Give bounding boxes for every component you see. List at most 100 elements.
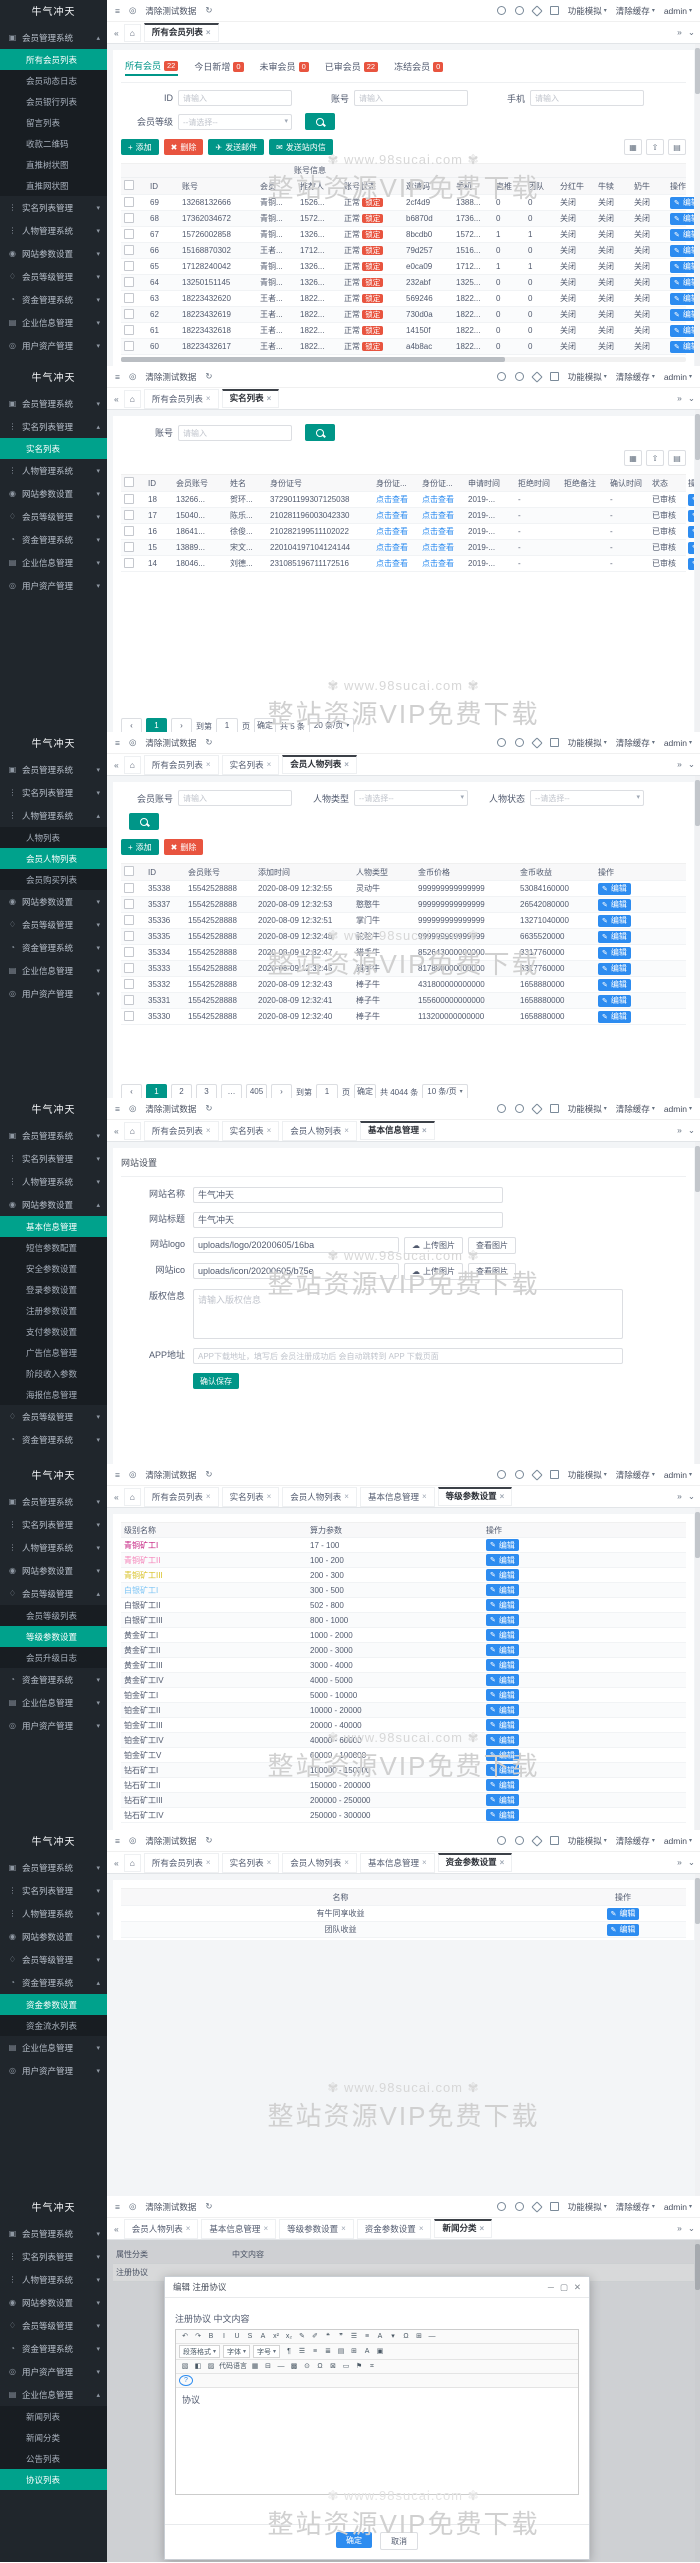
editor-tool-icon[interactable]: x² xyxy=(270,2331,282,2342)
bell-icon[interactable] xyxy=(497,1104,506,1113)
row-checkbox[interactable] xyxy=(124,979,134,989)
fullscreen-icon[interactable] xyxy=(550,738,559,747)
fullscreen-icon[interactable] xyxy=(550,1104,559,1113)
sidebar-item[interactable]: ⋮ 人物管理系统 ▾ xyxy=(0,1170,107,1193)
view-idcard-front-link[interactable]: 点击查看 xyxy=(373,558,419,569)
toolbar-button[interactable]: ✖删除 xyxy=(164,139,204,155)
close-tab-icon[interactable]: × xyxy=(422,1492,427,1501)
sidebar-item[interactable]: 登录参数设置 xyxy=(0,1279,107,1300)
row-checkbox[interactable] xyxy=(124,526,134,536)
tag-icon[interactable] xyxy=(531,2201,542,2212)
sidebar-item[interactable]: ▤ 企业信息管理 ▴ xyxy=(0,2383,107,2406)
toolbar-button[interactable]: ✖删除 xyxy=(164,839,204,855)
sidebar-item[interactable]: ▤ 企业信息管理 ▾ xyxy=(0,959,107,982)
edit-button[interactable]: ✎编辑 xyxy=(598,947,631,959)
function-sim-menu[interactable]: 功能模拟▾ xyxy=(568,1469,607,1481)
clear-cache-menu[interactable]: 清除缓存▾ xyxy=(616,737,655,749)
sidebar-item[interactable]: 注册参数设置 xyxy=(0,1300,107,1321)
close-tab-icon[interactable]: × xyxy=(344,1126,349,1135)
bell-icon[interactable] xyxy=(497,1836,506,1845)
tab[interactable]: 会员人物列表× xyxy=(282,1853,357,1873)
copyright-textarea[interactable]: 请输入版权信息 xyxy=(193,1289,623,1339)
sidebar-item[interactable]: ◔ 资金管理系统 ▴ xyxy=(0,1971,107,1994)
more-tabs-icon[interactable]: » xyxy=(677,1857,682,1868)
sidebar-item[interactable]: 实名列表 xyxy=(0,438,107,459)
view-idcard-back-link[interactable]: 点击查看 xyxy=(419,558,465,569)
tab[interactable]: 所有会员列表× xyxy=(144,755,219,775)
tab[interactable]: 实名列表× xyxy=(222,389,280,408)
tab-actions-icon[interactable]: ⌄ xyxy=(688,393,695,404)
sidebar-item[interactable]: ◔ 资金管理系统 ▾ xyxy=(0,528,107,551)
select-all-checkbox[interactable] xyxy=(124,180,134,190)
tab[interactable]: 基本信息管理× xyxy=(360,1853,435,1873)
row-checkbox[interactable] xyxy=(124,995,134,1005)
edit-button[interactable]: ✎编辑 xyxy=(486,1554,519,1566)
sidebar-item[interactable]: ⋮ 实名列表管理 ▴ xyxy=(0,415,107,438)
close-tab-icon[interactable]: × xyxy=(186,2224,191,2233)
sidebar-item[interactable]: ▣ 会员管理系统 ▾ xyxy=(0,1490,107,1513)
sidebar-item[interactable]: ⋮ 人物管理系统 ▾ xyxy=(0,459,107,482)
dashboard-icon[interactable]: ◎ xyxy=(129,5,136,16)
row-checkbox[interactable] xyxy=(124,293,134,303)
edit-button[interactable]: ✎编辑 xyxy=(670,245,694,257)
tab[interactable]: 基本信息管理× xyxy=(360,1121,435,1140)
page-number-button[interactable]: … xyxy=(221,1084,242,1098)
close-tab-icon[interactable]: × xyxy=(344,760,349,769)
tab[interactable]: 会员人物列表× xyxy=(282,1487,357,1507)
sidebar-item[interactable]: 公告列表 xyxy=(0,2448,107,2469)
cancel-button[interactable]: 取消 xyxy=(380,2532,418,2550)
edit-button[interactable]: ✎编辑 xyxy=(486,1779,519,1791)
clear-test-data-button[interactable]: 清除测试数据 xyxy=(145,5,196,17)
collapse-tabs-icon[interactable]: « xyxy=(112,394,121,404)
refresh-icon[interactable]: ↻ xyxy=(205,5,212,16)
editor-tool-icon[interactable]: ⊞ xyxy=(413,2331,425,2342)
vertical-scrollbar[interactable] xyxy=(695,1142,700,1464)
view-ico-button[interactable]: 查看图片 xyxy=(468,1263,516,1280)
sidebar-item[interactable]: 会员银行列表 xyxy=(0,91,107,112)
view-idcard-back-link[interactable]: 点击查看 xyxy=(419,526,465,537)
more-tabs-icon[interactable]: » xyxy=(677,2223,682,2234)
sidebar-item[interactable]: ▣ 会员管理系统 ▾ xyxy=(0,2222,107,2245)
sidebar-item[interactable]: ◎ 用户资产管理 ▾ xyxy=(0,2059,107,2082)
vertical-scrollbar[interactable] xyxy=(695,1508,700,1830)
editor-content[interactable]: 协议 xyxy=(176,2387,578,2494)
lock-badge[interactable]: 锁定 xyxy=(362,294,383,303)
row-checkbox[interactable] xyxy=(124,261,134,271)
row-checkbox[interactable] xyxy=(124,899,134,909)
row-checkbox[interactable] xyxy=(124,947,134,957)
close-icon[interactable]: ✕ xyxy=(574,2282,581,2293)
edit-button[interactable]: ✎编辑 xyxy=(598,995,631,1007)
editor-tool-icon[interactable]: ⌗ xyxy=(366,2361,378,2372)
confirm-button[interactable]: 确定 xyxy=(336,2532,372,2548)
editor-tool-icon[interactable]: U xyxy=(231,2331,243,2342)
lock-badge[interactable]: 锁定 xyxy=(362,246,383,255)
vertical-scrollbar[interactable] xyxy=(695,410,700,732)
editor-dropdown[interactable]: 字体▾ xyxy=(223,2345,250,2358)
jump-confirm-button[interactable]: 确定 xyxy=(254,718,276,732)
refresh-icon[interactable]: ↻ xyxy=(205,1103,212,1114)
tab[interactable]: 会员人物列表× xyxy=(124,2219,199,2239)
sidebar-item[interactable]: ▤ 企业信息管理 ▾ xyxy=(0,1691,107,1714)
sidebar-item[interactable]: 直推网状图 xyxy=(0,175,107,196)
view-logo-button[interactable]: 查看图片 xyxy=(468,1237,516,1254)
edit-button[interactable]: ✎编辑 xyxy=(670,213,694,225)
sidebar-item[interactable]: ◔ 资金管理系统 ▾ xyxy=(0,288,107,311)
menu-toggle-icon[interactable]: ≡ xyxy=(115,6,120,16)
sidebar-item[interactable]: 海报信息管理 xyxy=(0,1384,107,1405)
lock-badge[interactable]: 锁定 xyxy=(362,262,383,271)
sidebar-item[interactable]: 协议列表 xyxy=(0,2469,107,2490)
editor-tool-icon[interactable]: ▾ xyxy=(387,2331,399,2342)
edit-button[interactable]: ✎编辑 xyxy=(486,1704,519,1716)
view-idcard-front-link[interactable]: 点击查看 xyxy=(373,510,419,521)
sidebar-item[interactable]: ⋮ 实名列表管理 ▾ xyxy=(0,2245,107,2268)
menu-toggle-icon[interactable]: ≡ xyxy=(115,1836,120,1846)
lock-badge[interactable]: 锁定 xyxy=(362,230,383,239)
close-tab-icon[interactable]: × xyxy=(206,394,211,403)
page-number-button[interactable]: 405 xyxy=(246,1084,267,1098)
close-tab-icon[interactable]: × xyxy=(500,1858,505,1867)
jump-page-input[interactable]: 1 xyxy=(316,1084,338,1098)
row-checkbox[interactable] xyxy=(124,341,134,351)
view-idcard-back-link[interactable]: 点击查看 xyxy=(419,510,465,521)
collapse-tabs-icon[interactable]: « xyxy=(112,1858,121,1868)
jump-page-input[interactable]: 1 xyxy=(216,718,238,732)
